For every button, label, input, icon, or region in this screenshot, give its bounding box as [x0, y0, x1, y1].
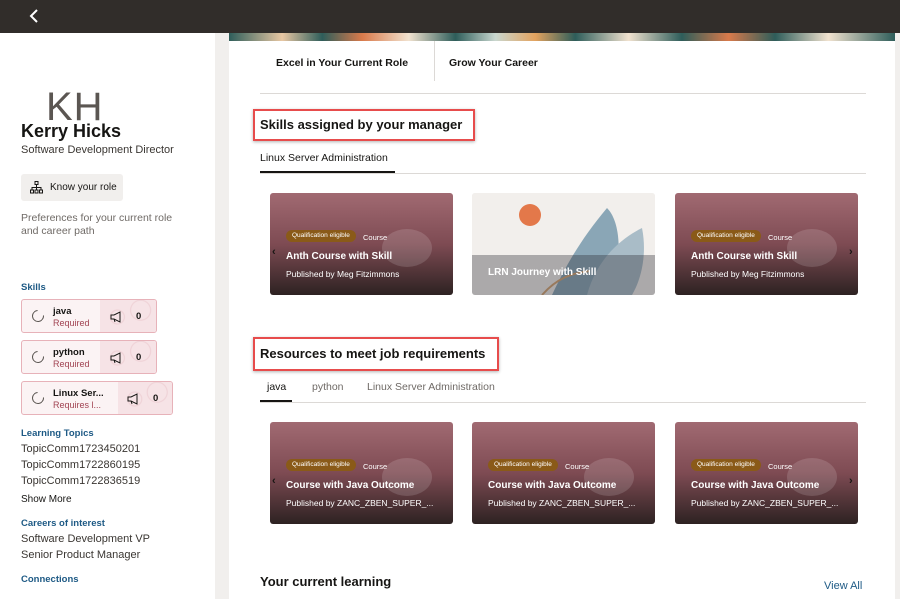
show-more-link[interactable]: Show More: [21, 494, 72, 505]
card-type: Course: [363, 462, 388, 471]
learning-card[interactable]: Qualification eligible Course Anth Cours…: [270, 193, 453, 295]
current-learning-title: Your current learning: [260, 574, 392, 589]
profile-name: Kerry Hicks: [21, 121, 122, 141]
skill-pattern: [100, 300, 156, 332]
learning-topic-link[interactable]: TopicComm1723450201: [21, 443, 140, 455]
qualification-badge: Qualification eligible: [286, 230, 356, 242]
learning-topic-link[interactable]: TopicComm1722836519: [21, 475, 140, 487]
learning-card[interactable]: Qualification eligible Course Course wit…: [270, 422, 453, 524]
chevron-left-icon[interactable]: [26, 7, 44, 25]
progress-ring-icon: [29, 348, 47, 366]
banner-image: [229, 33, 895, 41]
know-your-role-label: Know your role: [50, 182, 117, 193]
card-type: Course: [768, 462, 793, 471]
know-your-role-button[interactable]: Know your role: [21, 174, 123, 201]
divider: [260, 173, 866, 174]
skill-status: Requires l...: [53, 400, 102, 410]
connections-heading: Connections: [21, 574, 79, 585]
learning-card[interactable]: Qualification eligible Course Course wit…: [675, 422, 858, 524]
tab-python[interactable]: python: [312, 381, 344, 393]
qualification-badge: Qualification eligible: [691, 459, 761, 471]
tab-linux-server-administration[interactable]: Linux Server Administration: [367, 381, 495, 393]
careers-heading: Careers of interest: [21, 518, 105, 529]
top-bar: [0, 0, 900, 33]
card-publisher: Published by ZANC_ZBEN_SUPER_...: [488, 498, 636, 508]
career-item[interactable]: Software Development VP: [21, 533, 150, 545]
megaphone-icon[interactable]: [127, 393, 140, 405]
qualification-badge: Qualification eligible: [286, 459, 356, 471]
progress-ring-icon: [29, 389, 47, 407]
card-title: LRN Journey with Skill: [488, 267, 597, 278]
skill-card-java[interactable]: java Required 0: [21, 299, 157, 333]
endorsement-count: 0: [153, 393, 159, 404]
card-title: Course with Java Outcome: [691, 480, 820, 491]
learning-card[interactable]: Qualification eligible Course Anth Cours…: [675, 193, 858, 295]
card-title: Anth Course with Skill: [286, 251, 393, 262]
chevron-left-icon[interactable]: ‹: [272, 246, 276, 258]
card-publisher: Published by Meg Fitzimmons: [286, 269, 400, 279]
chevron-right-icon[interactable]: ›: [849, 475, 853, 487]
megaphone-icon[interactable]: [110, 352, 123, 364]
career-item[interactable]: Senior Product Manager: [21, 549, 140, 561]
profile-job-title: Software Development Director: [21, 144, 174, 156]
view-all-link[interactable]: View All: [824, 580, 862, 592]
manager-skills-title: Skills assigned by your manager: [260, 117, 463, 132]
skill-name: Linux Ser...: [53, 388, 104, 399]
qualification-badge: Qualification eligible: [691, 230, 761, 242]
endorsement-count: 0: [136, 352, 142, 363]
tab-divider: [434, 41, 435, 81]
org-chart-icon: [30, 181, 43, 194]
skills-heading: Skills: [21, 282, 46, 293]
skill-card-linux[interactable]: Linux Ser... Requires l... 0: [21, 381, 173, 415]
skill-name: java: [53, 306, 72, 317]
tab-grow-career[interactable]: Grow Your Career: [449, 57, 538, 69]
learning-card[interactable]: LRN Journey with Skill: [472, 193, 655, 295]
chevron-left-icon[interactable]: ‹: [272, 475, 276, 487]
card-title: Course with Java Outcome: [286, 480, 415, 491]
tab-java[interactable]: java: [267, 381, 286, 393]
resources-title: Resources to meet job requirements: [260, 346, 486, 361]
learning-topic-link[interactable]: TopicComm1722860195: [21, 459, 140, 471]
tab-excel-current-role[interactable]: Excel in Your Current Role: [276, 57, 408, 69]
endorsement-count: 0: [136, 311, 142, 322]
qualification-badge: Qualification eligible: [488, 459, 558, 471]
card-type: Course: [565, 462, 590, 471]
divider: [260, 402, 866, 403]
skill-name: python: [53, 347, 85, 358]
tab-linux-server-administration[interactable]: Linux Server Administration: [260, 152, 388, 164]
divider: [260, 93, 866, 94]
preferences-text: Preferences for your current role and ca…: [21, 212, 173, 237]
progress-ring-icon: [29, 307, 47, 325]
chevron-right-icon[interactable]: ›: [849, 246, 853, 258]
learning-card[interactable]: Qualification eligible Course Course wit…: [472, 422, 655, 524]
learning-topics-heading: Learning Topics: [21, 428, 94, 439]
journey-illustration: [472, 193, 655, 295]
card-type: Course: [363, 233, 388, 242]
card-title: Course with Java Outcome: [488, 480, 617, 491]
card-publisher: Published by ZANC_ZBEN_SUPER_...: [691, 498, 839, 508]
skill-status: Required: [53, 318, 90, 328]
card-type: Course: [768, 233, 793, 242]
card-publisher: Published by ZANC_ZBEN_SUPER_...: [286, 498, 434, 508]
skill-status: Required: [53, 359, 90, 369]
card-title: Anth Course with Skill: [691, 251, 798, 262]
card-publisher: Published by Meg Fitzimmons: [691, 269, 805, 279]
skill-card-python[interactable]: python Required 0: [21, 340, 157, 374]
megaphone-icon[interactable]: [110, 311, 123, 323]
skill-pattern: [100, 341, 156, 373]
